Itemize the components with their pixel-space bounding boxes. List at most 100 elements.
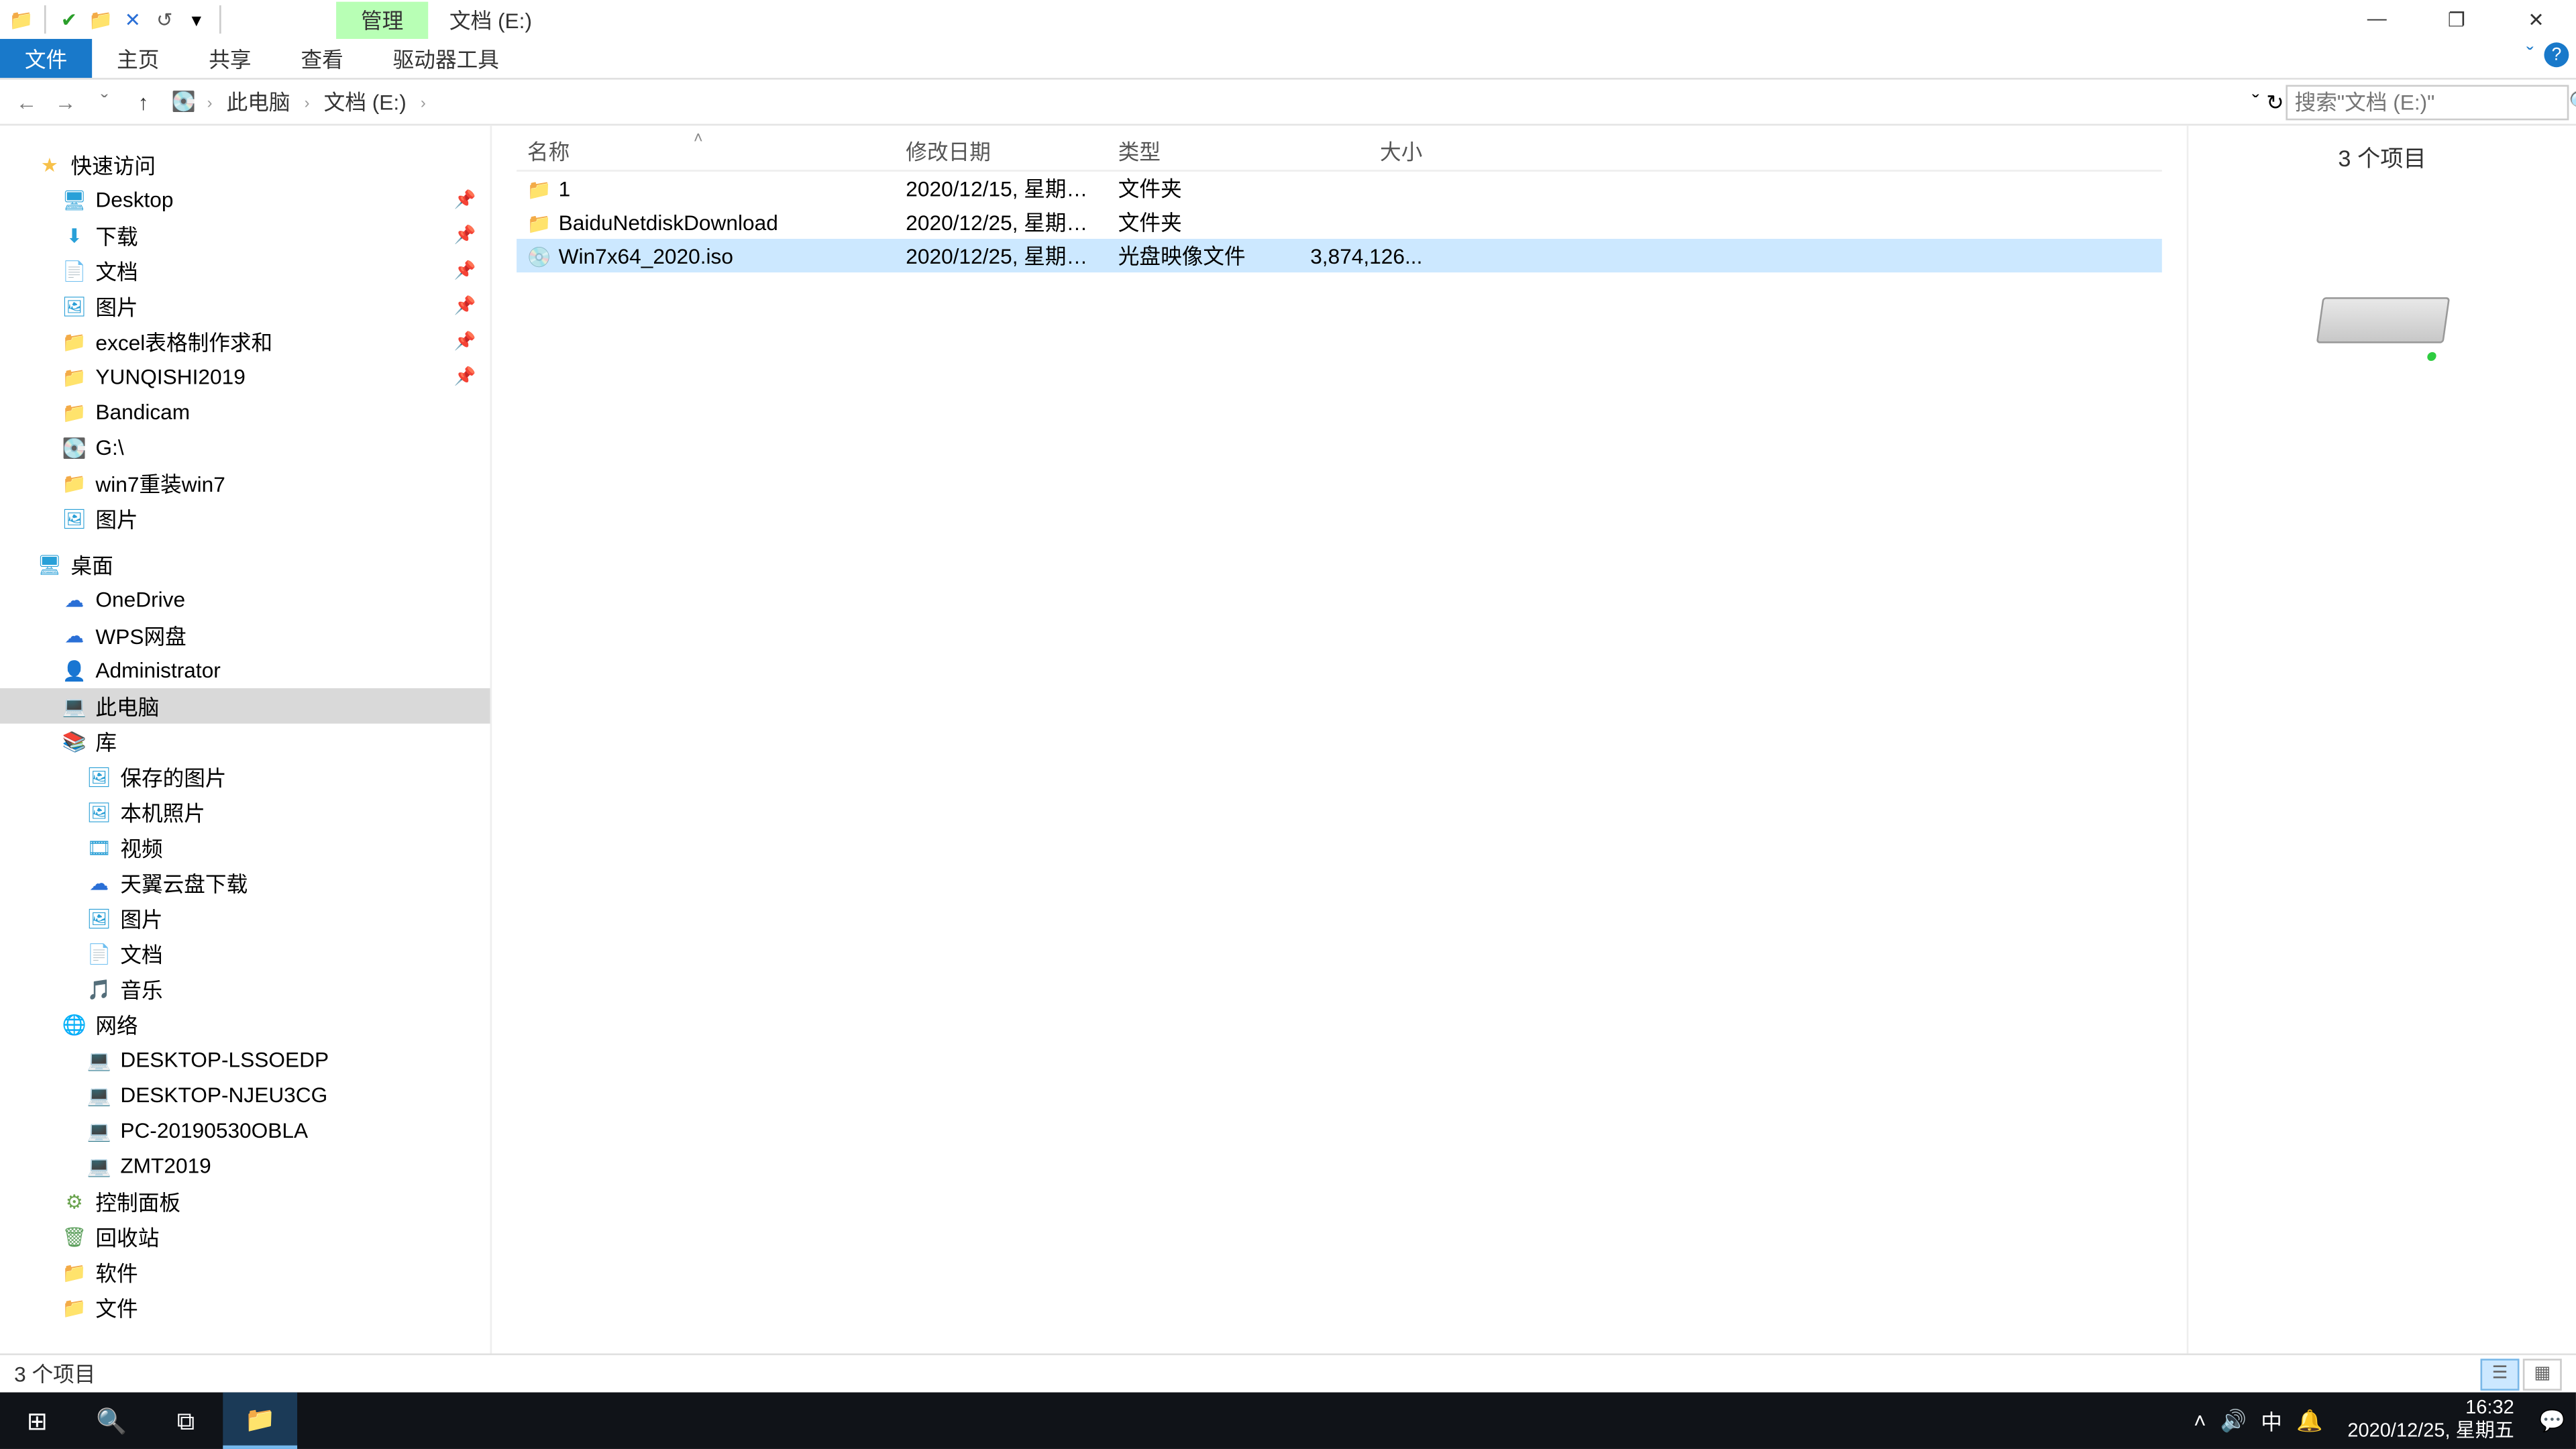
- breadcrumb[interactable]: 💽 › 此电脑 › 文档 (E:) › ˇ ↻: [163, 81, 2286, 122]
- computer-icon: 💻: [85, 1046, 113, 1074]
- ribbon-tab-drive-tools[interactable]: 驱动器工具: [368, 39, 524, 78]
- sidebar-label: 保存的图片: [120, 761, 226, 792]
- search-box[interactable]: 🔍: [2286, 84, 2569, 119]
- qat-properties-icon[interactable]: ✔: [55, 5, 83, 34]
- file-date: 2020/12/25, 星期五 1...: [906, 241, 1118, 271]
- breadcrumb-sep-icon[interactable]: ›: [203, 93, 215, 110]
- qat-undo-icon[interactable]: ↺: [150, 5, 178, 34]
- file-row[interactable]: 💿Win7x64_2020.iso2020/12/25, 星期五 1...光盘映…: [517, 239, 2162, 272]
- sidebar-item[interactable]: 🖼本机照片: [0, 794, 490, 830]
- sidebar-item[interactable]: 🖼保存的图片: [0, 759, 490, 794]
- taskbar-clock[interactable]: 16:32 2020/12/25, 星期五: [2337, 1394, 2525, 1447]
- sidebar-label: 桌面: [70, 549, 113, 580]
- sidebar-item[interactable]: 🖥Desktop📌: [0, 182, 490, 218]
- ribbon-tab-file[interactable]: 文件: [0, 39, 92, 78]
- sidebar-desktop[interactable]: 🖥 桌面: [0, 547, 490, 582]
- sidebar-item[interactable]: 💻PC-20190530OBLA: [0, 1113, 490, 1148]
- close-button[interactable]: ✕: [2496, 0, 2576, 39]
- volume-icon[interactable]: 🔊: [2220, 1408, 2247, 1433]
- taskbar-search-button[interactable]: 🔍: [74, 1393, 149, 1449]
- tray-app-icon[interactable]: 🔔: [2296, 1408, 2322, 1433]
- sidebar-item[interactable]: ⬇下载📌: [0, 217, 490, 253]
- item-icon: 💻: [60, 692, 89, 720]
- sidebar-item[interactable]: 📚库: [0, 724, 490, 759]
- column-header-name[interactable]: 名称: [517, 136, 906, 166]
- ribbon-tab-home[interactable]: 主页: [92, 39, 184, 78]
- minimize-button[interactable]: —: [2337, 0, 2417, 39]
- sidebar-item[interactable]: 📁YUNQISHI2019📌: [0, 359, 490, 394]
- search-input[interactable]: [2295, 89, 2569, 114]
- breadcrumb-sep-icon[interactable]: ›: [417, 93, 429, 110]
- ribbon-context-tab-manage[interactable]: 管理: [336, 1, 428, 38]
- sidebar-item[interactable]: ☁天翼云盘下载: [0, 865, 490, 901]
- start-button[interactable]: ⊞: [0, 1393, 74, 1449]
- control-panel-icon: ⚙: [60, 1187, 89, 1216]
- column-header-date[interactable]: 修改日期: [906, 136, 1118, 166]
- sidebar-item[interactable]: 🎞视频: [0, 830, 490, 865]
- sidebar-item[interactable]: 🎵音乐: [0, 971, 490, 1007]
- task-view-button[interactable]: ⧉: [149, 1393, 223, 1449]
- file-row[interactable]: 📁BaiduNetdiskDownload2020/12/25, 星期五 1..…: [517, 205, 2162, 239]
- sidebar-item[interactable]: ☁OneDrive: [0, 582, 490, 618]
- sidebar-item-software[interactable]: 📁 软件: [0, 1254, 490, 1290]
- ime-icon[interactable]: 中: [2261, 1405, 2282, 1436]
- sidebar-label: G:\: [95, 435, 123, 460]
- sidebar-item[interactable]: 💻ZMT2019: [0, 1148, 490, 1184]
- sidebar-item[interactable]: 📁Bandicam: [0, 394, 490, 430]
- qat-new-folder-icon[interactable]: 📁: [87, 5, 115, 34]
- sidebar-item-network[interactable]: 🌐 网络: [0, 1007, 490, 1042]
- sidebar-item-recycle-bin[interactable]: 🗑 回收站: [0, 1219, 490, 1254]
- sidebar-item[interactable]: 🖼图片: [0, 500, 490, 536]
- nav-back-button[interactable]: ←: [7, 89, 46, 114]
- sidebar-item[interactable]: 💻此电脑: [0, 688, 490, 724]
- refresh-icon[interactable]: ↻: [2266, 89, 2284, 114]
- file-date: 2020/12/25, 星期五 1...: [906, 207, 1118, 237]
- sidebar-item[interactable]: 📄文档📌: [0, 253, 490, 288]
- breadcrumb-item-this-pc[interactable]: 此电脑: [219, 83, 297, 120]
- sidebar-item[interactable]: 🖼图片: [0, 900, 490, 936]
- sidebar-item[interactable]: 💻DESKTOP-LSSOEDP: [0, 1042, 490, 1077]
- sidebar-item[interactable]: 📄文档: [0, 936, 490, 971]
- breadcrumb-history-dropdown-icon[interactable]: ˇ: [2252, 89, 2259, 114]
- sidebar-item[interactable]: 💽G:\: [0, 430, 490, 466]
- sidebar-label: Desktop: [95, 188, 173, 213]
- file-name: 1: [559, 176, 571, 201]
- sidebar-item-control-panel[interactable]: ⚙ 控制面板: [0, 1183, 490, 1219]
- computer-icon: 💻: [85, 1081, 113, 1109]
- breadcrumb-item-drive-e[interactable]: 文档 (E:): [317, 83, 413, 120]
- view-details-button[interactable]: ☰: [2480, 1358, 2519, 1389]
- nav-up-button[interactable]: ↑: [124, 89, 163, 114]
- column-header-type[interactable]: 类型: [1118, 136, 1295, 166]
- sidebar-item[interactable]: 🖼图片📌: [0, 288, 490, 324]
- breadcrumb-sep-icon[interactable]: ›: [301, 93, 313, 110]
- ribbon-tab-view[interactable]: 查看: [276, 39, 368, 78]
- nav-history-dropdown[interactable]: ˇ: [85, 89, 124, 114]
- help-icon[interactable]: ?: [2544, 42, 2569, 67]
- sidebar-item[interactable]: 💻DESKTOP-NJEU3CG: [0, 1077, 490, 1113]
- sidebar-item[interactable]: 👤Administrator: [0, 653, 490, 688]
- sidebar-item[interactable]: ☁WPS网盘: [0, 617, 490, 653]
- sidebar-item[interactable]: 📁win7重装win7: [0, 466, 490, 501]
- ribbon-tab-share[interactable]: 共享: [184, 39, 276, 78]
- column-header-size[interactable]: 大小: [1295, 136, 1437, 166]
- maximize-button[interactable]: ❐: [2417, 0, 2497, 39]
- sidebar-item-files[interactable]: 📁 文件: [0, 1290, 490, 1326]
- qat-customize-dropdown-icon[interactable]: ▾: [182, 5, 211, 34]
- nav-forward-button[interactable]: →: [46, 89, 85, 114]
- sidebar-label: ZMT2019: [120, 1154, 211, 1179]
- taskbar-explorer-button[interactable]: 📁: [223, 1393, 297, 1449]
- qat-delete-icon[interactable]: ✕: [119, 5, 147, 34]
- navigation-pane[interactable]: ★ 快速访问 🖥Desktop📌⬇下载📌📄文档📌🖼图片📌📁excel表格制作求和…: [0, 125, 492, 1353]
- details-item-count: 3 个项目: [2338, 140, 2426, 173]
- sidebar-label: 网络: [95, 1010, 138, 1040]
- view-large-icons-button[interactable]: ▦: [2523, 1358, 2562, 1389]
- sidebar-label: YUNQISHI2019: [95, 364, 245, 389]
- file-row[interactable]: 📁12020/12/15, 星期二 1...文件夹: [517, 172, 2162, 205]
- sidebar-quick-access[interactable]: ★ 快速访问: [0, 147, 490, 182]
- search-icon[interactable]: 🔍: [2569, 89, 2576, 114]
- ribbon-collapse-icon[interactable]: ˇ: [2526, 42, 2534, 67]
- file-list-area[interactable]: ˄ 名称 修改日期 类型 大小 📁12020/12/15, 星期二 1...文件…: [492, 125, 2187, 1353]
- action-center-icon[interactable]: 💬: [2539, 1408, 2565, 1433]
- tray-overflow-icon[interactable]: ˄: [2194, 1408, 2206, 1433]
- sidebar-item[interactable]: 📁excel表格制作求和📌: [0, 324, 490, 360]
